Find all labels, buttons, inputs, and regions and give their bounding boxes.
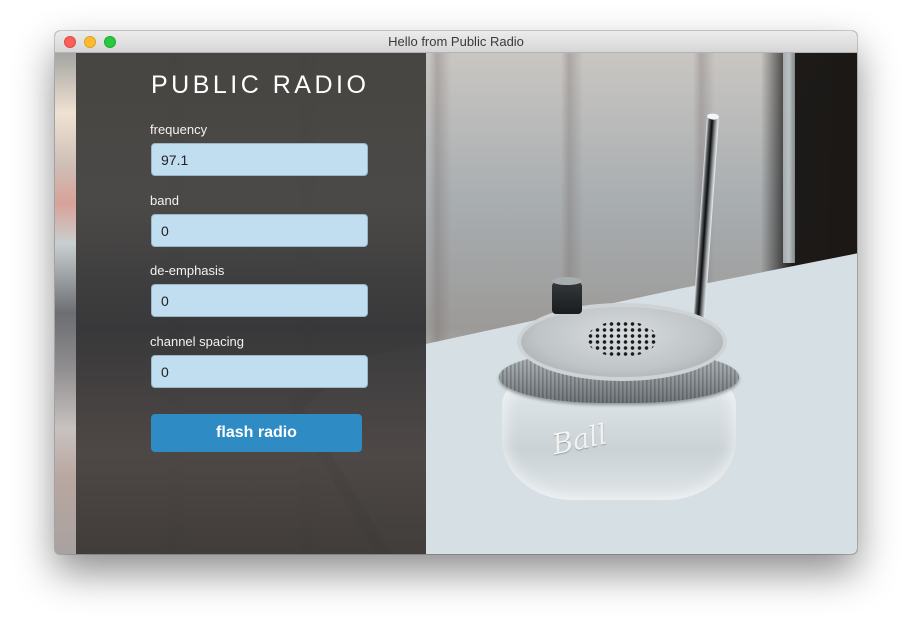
de-emphasis-label: de-emphasis: [150, 263, 225, 278]
tuning-knob: [552, 277, 582, 314]
jar-brand-label: Ball: [549, 417, 611, 462]
band-label: band: [150, 193, 179, 208]
photo-left-strip: [55, 53, 76, 554]
settings-panel: PUBLIC RADIO frequency band de-emphasis …: [76, 53, 426, 554]
window-frame: [783, 53, 795, 263]
window-title: Hello from Public Radio: [388, 34, 524, 49]
title-bar[interactable]: Hello from Public Radio: [55, 31, 857, 53]
frequency-input[interactable]: [151, 143, 368, 176]
frequency-label: frequency: [150, 122, 208, 137]
flash-radio-button[interactable]: flash radio: [151, 414, 362, 452]
antenna-tip: [706, 113, 720, 121]
de-emphasis-input[interactable]: [151, 284, 368, 317]
knob-top: [552, 277, 582, 285]
band-input[interactable]: [151, 214, 368, 247]
channel-spacing-label: channel spacing: [150, 334, 244, 349]
app-title: PUBLIC RADIO: [151, 71, 370, 99]
app-content: Ball PUBLIC RADIO frequency band de-emph…: [55, 53, 857, 554]
speaker-grill-icon: [587, 321, 657, 357]
channel-spacing-input[interactable]: [151, 355, 368, 388]
app-window: Hello from Public Radio Ball PUBLIC RADI…: [55, 31, 857, 554]
